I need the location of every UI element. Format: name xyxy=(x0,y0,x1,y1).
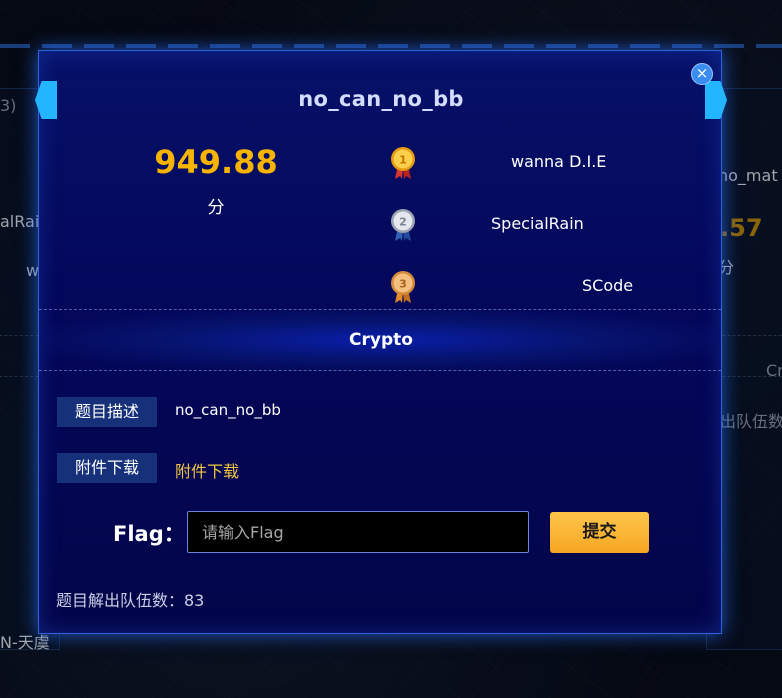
flag-input[interactable] xyxy=(187,511,529,553)
attachment-label: 附件下载 xyxy=(57,453,157,483)
score-value: 949.88 xyxy=(154,143,278,181)
score-unit: 分 xyxy=(207,198,225,218)
rank-2-team: SpecialRain xyxy=(491,214,584,233)
medal-rank-label: 2 xyxy=(399,216,407,229)
submit-button[interactable]: 提交 xyxy=(550,512,649,553)
gold-medal-icon: 1 xyxy=(389,145,417,181)
category-label: Crypto xyxy=(349,330,413,350)
challenge-title: no_can_no_bb xyxy=(298,87,464,111)
bronze-medal-icon: 3 xyxy=(389,269,417,305)
description-label: 题目描述 xyxy=(57,397,157,427)
close-icon: × xyxy=(695,64,709,82)
close-button[interactable]: × xyxy=(691,63,713,85)
rank-1-team: wanna D.I.E xyxy=(511,152,607,171)
attachment-download-link[interactable]: 附件下载 xyxy=(175,458,239,482)
silver-medal-icon: 2 xyxy=(389,207,417,243)
solve-count: 题目解出队伍数：83 xyxy=(56,591,205,610)
flag-label: Flag： xyxy=(113,522,185,546)
description-value: no_can_no_bb xyxy=(175,401,281,419)
challenge-modal: × no_can_no_bb 949.88 分 1 wanna D.I.E 2 … xyxy=(35,50,722,634)
rank-3-team: SCode xyxy=(582,276,634,295)
medal-rank-label: 1 xyxy=(399,154,407,167)
medal-rank-label: 3 xyxy=(399,278,407,291)
